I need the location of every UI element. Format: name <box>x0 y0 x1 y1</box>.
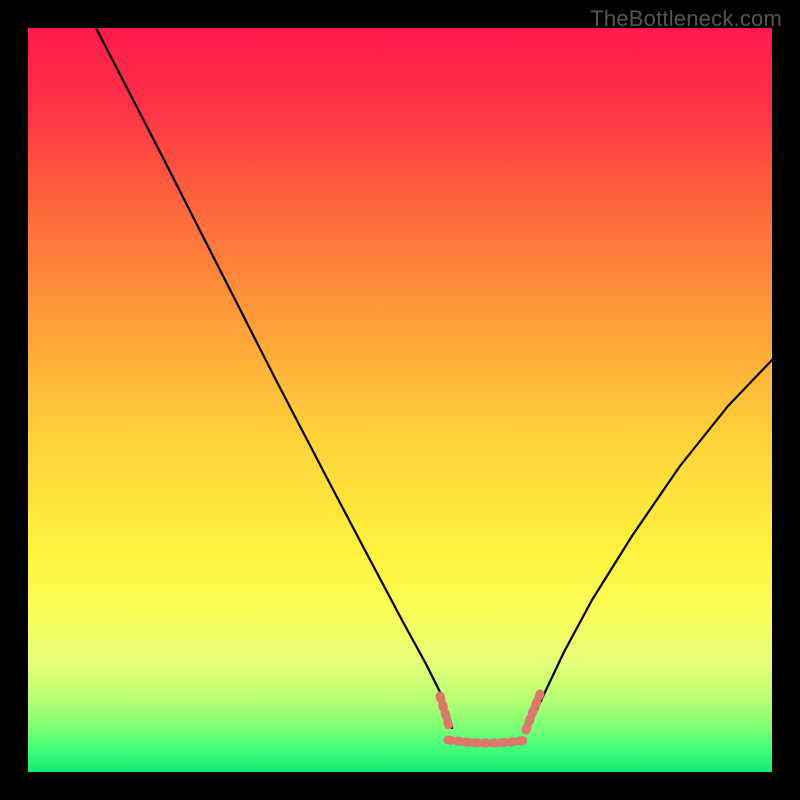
curve-layer <box>28 28 772 772</box>
chart-frame: TheBottleneck.com <box>0 0 800 800</box>
right-tail-accent <box>526 694 540 730</box>
curve-left <box>96 28 452 728</box>
plot-area <box>28 28 772 772</box>
curve-right <box>528 360 772 728</box>
watermark-text: TheBottleneck.com <box>590 6 782 32</box>
flat-bottom-segment <box>448 740 528 743</box>
left-tail-accent <box>440 696 450 730</box>
